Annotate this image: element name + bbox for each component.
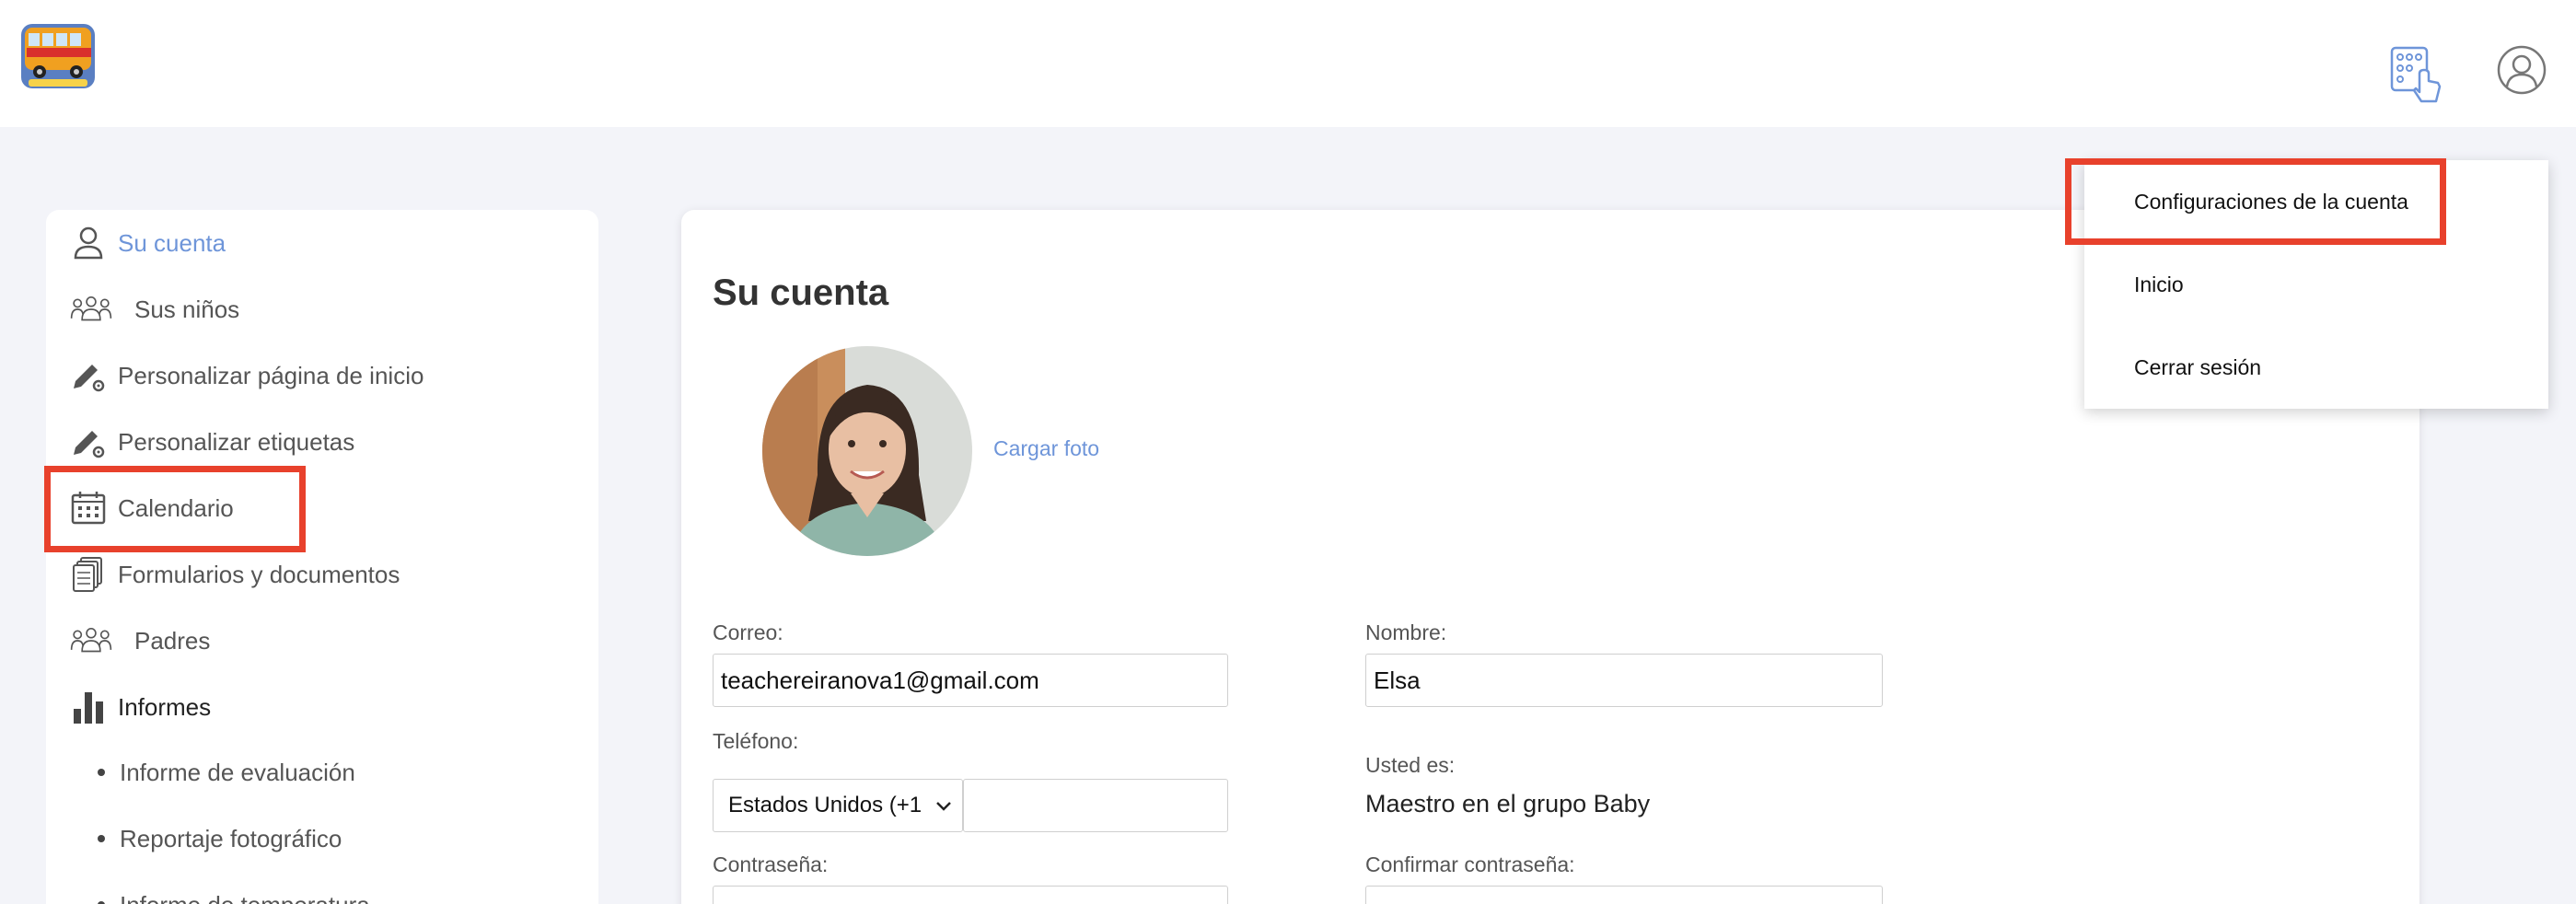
country-code-value: Estados Unidos (+1)	[728, 793, 922, 817]
highlight-box-configuraciones	[2065, 158, 2446, 245]
menu-item-cerrar-sesion[interactable]: Cerrar sesión	[2134, 355, 2261, 380]
name-label: Nombre:	[1365, 620, 1447, 644]
sidebar-item-label: Formularios y documentos	[118, 560, 400, 588]
sidebar-item-personalizar-etiquetas[interactable]: Personalizar etiquetas	[70, 414, 354, 469]
role-label: Usted es:	[1365, 753, 1456, 777]
avatar	[762, 346, 972, 556]
sidebar-item-informes[interactable]: Informes	[70, 679, 211, 735]
upload-photo-link[interactable]: Cargar foto	[993, 436, 1099, 461]
documents-icon	[70, 555, 112, 594]
pencil-gear-icon	[70, 356, 112, 395]
sidebar-subitem-informe-temperatura[interactable]: Informe de temperatura	[98, 882, 370, 904]
pencil-gear-icon	[70, 423, 112, 461]
menu-item-inicio[interactable]: Inicio	[2134, 272, 2184, 297]
password-label: Contraseña:	[713, 852, 829, 876]
sidebar-item-formularios[interactable]: Formularios y documentos	[70, 547, 400, 602]
sidebar-subitem-informe-evaluacion[interactable]: Informe de evaluación	[98, 749, 355, 795]
sidebar-item-padres[interactable]: Padres	[70, 613, 210, 668]
sidebar-item-label: Sus niños	[134, 295, 240, 323]
chevron-down-icon	[933, 794, 955, 817]
sidebar-item-sus-ninos[interactable]: Sus niños	[70, 282, 239, 337]
sidebar-subitem-label: Informe de temperatura	[120, 891, 370, 904]
sidebar-item-label: Su cuenta	[118, 228, 226, 257]
sidebar-subitem-reportaje-fotografico[interactable]: Reportaje fotográfico	[98, 816, 342, 862]
magic-bus-logo[interactable]	[19, 20, 97, 92]
role-value: Maestro en el grupo Baby	[1365, 790, 1651, 817]
sidebar-item-label: Personalizar página de inicio	[118, 361, 424, 389]
confirm-password-label: Confirmar contraseña:	[1365, 852, 1575, 876]
sidebar-item-label: Informes	[118, 692, 212, 721]
country-code-select[interactable]: Estados Unidos (+1)	[713, 779, 963, 832]
user-icon	[70, 224, 112, 262]
sidebar-item-su-cuenta[interactable]: Su cuenta	[70, 215, 226, 271]
bullet-dot	[98, 769, 105, 776]
top-bar	[0, 0, 2576, 127]
sidebar-item-personalizar-pagina[interactable]: Personalizar página de inicio	[70, 348, 424, 403]
people-group-icon	[70, 621, 112, 660]
sidebar-subitem-label: Informe de evaluación	[120, 758, 355, 786]
bar-chart-icon	[70, 688, 112, 726]
name-field[interactable]	[1365, 654, 1883, 707]
sidebar-item-label: Personalizar etiquetas	[118, 427, 355, 456]
sidebar: Su cuenta Sus niños Personalizar página …	[46, 210, 598, 904]
email-field[interactable]	[713, 654, 1228, 707]
bullet-dot	[98, 835, 105, 842]
sidebar-item-label: Padres	[134, 626, 211, 655]
page-title: Su cuenta	[713, 272, 889, 313]
password-field[interactable]	[713, 886, 1228, 904]
highlight-box-calendario	[44, 466, 306, 552]
confirm-password-field[interactable]	[1365, 886, 1883, 904]
keypad-touch-icon[interactable]	[2390, 46, 2445, 107]
phone-field[interactable]	[963, 779, 1228, 832]
phone-label: Teléfono:	[713, 729, 799, 753]
people-group-icon	[70, 290, 112, 329]
user-circle-icon[interactable]	[2496, 44, 2547, 96]
sidebar-subitem-label: Reportaje fotográfico	[120, 824, 342, 852]
email-label: Correo:	[713, 620, 783, 644]
